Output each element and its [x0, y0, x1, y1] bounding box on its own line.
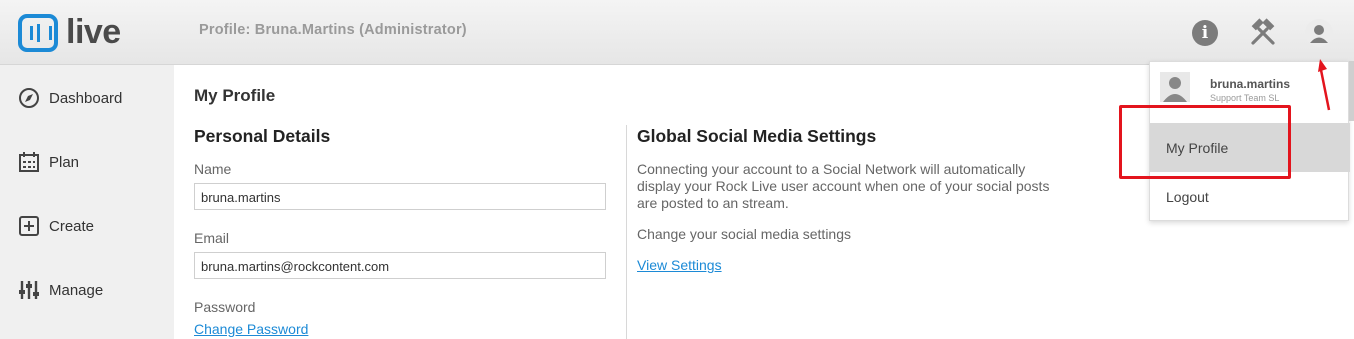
info-button[interactable]: i — [1192, 18, 1222, 48]
avatar — [1160, 72, 1190, 102]
page-title: My Profile — [194, 86, 276, 105]
user-icon — [1305, 19, 1333, 47]
social-description-line: Connecting your account to a Social Netw… — [637, 161, 1026, 177]
column-divider — [626, 125, 627, 339]
dropdown-username: bruna.martins — [1210, 77, 1291, 91]
calendar-icon — [18, 151, 40, 173]
top-icons: i — [1166, 18, 1334, 48]
social-change-text: Change your social media settings — [637, 226, 852, 242]
annotation-highlight-box — [1119, 105, 1291, 179]
dropdown-team: Support Team SL — [1210, 93, 1280, 103]
plus-square-icon — [18, 215, 40, 237]
sidebar: Dashboard Plan Create Manage — [0, 65, 174, 339]
social-description-line: display your Rock Live user account when… — [637, 178, 1050, 194]
sidebar-item-manage[interactable]: Manage — [18, 279, 103, 301]
menu-item-logout[interactable]: Logout — [1150, 172, 1350, 221]
top-bar: live Profile: Bruna.Martins (Administrat… — [0, 0, 1354, 65]
sidebar-item-plan[interactable]: Plan — [18, 151, 79, 173]
sidebar-item-label: Manage — [49, 281, 104, 299]
sidebar-item-label: Dashboard — [49, 89, 123, 107]
social-settings-title: Global Social Media Settings — [637, 126, 877, 146]
personal-details-title: Personal Details — [194, 126, 331, 146]
sliders-icon — [18, 279, 40, 301]
page-context-title: Profile: Bruna.Martins (Administrator) — [199, 22, 467, 38]
avatar-icon — [1163, 77, 1187, 102]
social-description: Connecting your account to a Social Netw… — [637, 161, 1049, 212]
annotation-arrow — [1318, 59, 1331, 111]
sidebar-item-label: Create — [49, 217, 95, 235]
tools-icon — [1251, 18, 1275, 45]
compass-icon — [18, 87, 40, 109]
sidebar-item-create[interactable]: Create — [18, 215, 94, 237]
sidebar-item-label: Plan — [49, 153, 80, 171]
logo-mark-icon — [18, 13, 58, 52]
sidebar-item-dashboard[interactable]: Dashboard — [18, 87, 122, 109]
view-settings-link[interactable]: View Settings — [637, 257, 722, 273]
tools-button[interactable] — [1248, 18, 1278, 48]
email-field[interactable]: bruna.martins@rockcontent.com — [194, 252, 606, 279]
app-logo[interactable]: live — [18, 13, 121, 52]
change-password-link[interactable]: Change Password — [194, 321, 308, 337]
user-menu-button[interactable] — [1304, 18, 1334, 48]
email-label: Email — [194, 230, 230, 246]
name-field[interactable]: bruna.martins — [194, 183, 606, 210]
info-icon: i — [1192, 20, 1218, 46]
social-description-line: are posted to an stream. — [637, 195, 789, 211]
name-label: Name — [194, 161, 232, 177]
scrollbar[interactable] — [1349, 61, 1354, 121]
password-label: Password — [194, 299, 256, 315]
logo-text: live — [66, 13, 121, 51]
